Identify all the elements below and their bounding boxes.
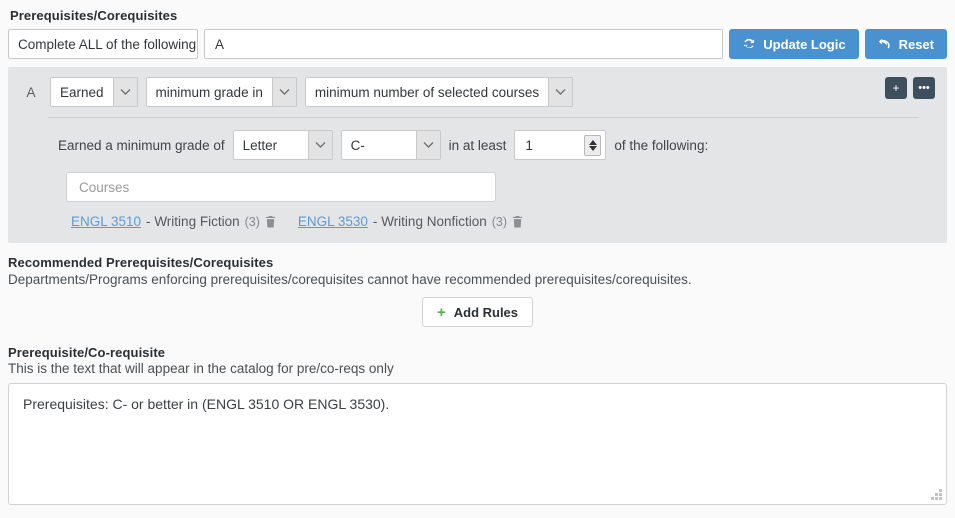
chevron-down-icon[interactable] xyxy=(271,78,296,106)
reset-label: Reset xyxy=(898,36,934,52)
ellipsis-icon: ••• xyxy=(918,81,930,94)
list-item: ENGL 3510 - Writing Fiction (3) xyxy=(71,214,276,229)
course-title: - Writing Fiction xyxy=(146,214,240,229)
undo-icon xyxy=(878,37,892,51)
course-credits: (3) xyxy=(244,215,260,229)
recommended-prerequisites-section: Recommended Prerequisites/Corequisites D… xyxy=(0,243,955,327)
course-count-stepper[interactable]: 1 xyxy=(514,130,607,160)
add-rules-label: Add Rules xyxy=(453,304,519,320)
logic-expression-input[interactable]: A xyxy=(204,29,724,59)
grade-value: C- xyxy=(341,131,416,159)
grade-scale-select[interactable]: Letter xyxy=(232,130,333,160)
grade-suffix-label: of the following: xyxy=(614,137,709,153)
grade-requirement-row: Earned a minimum grade of Letter C- in a… xyxy=(58,130,935,160)
chevron-down-icon[interactable] xyxy=(548,78,573,106)
course-count-value: 1 xyxy=(525,137,533,153)
prerequisites-section: Prerequisites/Corequisites Complete ALL … xyxy=(0,0,955,59)
grade-value-select[interactable]: C- xyxy=(340,130,441,160)
rule-criteria-value: minimum grade in xyxy=(146,78,272,106)
grade-scale-value: Letter xyxy=(233,131,308,159)
rule-condition-select[interactable]: Earned xyxy=(50,77,138,107)
catalog-text-textarea[interactable] xyxy=(8,383,947,505)
catalog-text-title: Prerequisite/Co-requisite xyxy=(8,345,166,360)
trash-icon[interactable] xyxy=(265,215,276,228)
chevron-down-icon[interactable] xyxy=(112,78,137,106)
rule-body: Earned a minimum grade of Letter C- in a… xyxy=(20,118,935,229)
add-rules-button[interactable]: + Add Rules xyxy=(421,297,534,327)
update-logic-button[interactable]: Update Logic xyxy=(729,29,859,59)
list-item: ENGL 3530 - Writing Nonfiction (3) xyxy=(298,214,523,229)
logic-type-select-value: Complete ALL of the following xyxy=(9,30,197,58)
grade-prefix-label: Earned a minimum grade of xyxy=(58,137,225,153)
course-credits: (3) xyxy=(491,215,508,229)
logic-type-select[interactable]: Complete ALL of the following xyxy=(8,29,198,59)
plus-icon: + xyxy=(892,81,900,95)
course-code-link[interactable]: ENGL 3510 xyxy=(71,214,141,229)
trash-icon[interactable] xyxy=(512,215,523,228)
recommended-description: Departments/Programs enforcing prerequis… xyxy=(8,272,692,287)
rule-card: + ••• A Earned minimum grade in minimum … xyxy=(8,67,947,243)
chevron-down-icon[interactable] xyxy=(415,131,440,159)
prerequisites-editor-page: Prerequisites/Corequisites Complete ALL … xyxy=(0,0,955,518)
course-title: - Writing Nonfiction xyxy=(372,214,487,229)
rule-scope-value: minimum number of selected courses xyxy=(305,78,549,106)
rule-criteria-select[interactable]: minimum grade in xyxy=(145,77,297,107)
courses-input[interactable]: Courses xyxy=(66,172,496,202)
grade-middle-label: in at least xyxy=(448,137,507,153)
rule-action-buttons: + ••• xyxy=(885,77,935,99)
add-rule-button[interactable]: + xyxy=(885,77,907,99)
recommended-title: Recommended Prerequisites/Corequisites xyxy=(8,255,274,270)
catalog-text-description: This is the text that will appear in the… xyxy=(8,361,394,376)
stepper-up-icon[interactable] xyxy=(588,139,597,145)
page-title: Prerequisites/Corequisites xyxy=(10,8,178,23)
rule-scope-select[interactable]: minimum number of selected courses xyxy=(304,77,574,107)
catalog-textarea-wrapper xyxy=(8,383,947,505)
add-rules-wrapper: + Add Rules xyxy=(8,297,947,327)
reset-button[interactable]: Reset xyxy=(864,29,947,59)
plus-icon: + xyxy=(436,303,446,321)
update-logic-label: Update Logic xyxy=(763,36,846,52)
rule-header: A Earned minimum grade in minimum number… xyxy=(20,77,935,107)
stepper-arrows-icon[interactable] xyxy=(584,134,602,156)
rule-condition-value: Earned xyxy=(51,78,113,106)
rule-letter-label: A xyxy=(26,84,36,100)
sync-icon xyxy=(742,37,756,51)
rule-more-options-button[interactable]: ••• xyxy=(913,77,935,99)
selected-courses-list: ENGL 3510 - Writing Fiction (3) ENGL 353… xyxy=(71,214,935,229)
course-code-link[interactable]: ENGL 3530 xyxy=(298,214,368,229)
stepper-down-icon[interactable] xyxy=(588,145,597,151)
chevron-down-icon[interactable] xyxy=(307,131,332,159)
logic-row: Complete ALL of the following A Update L… xyxy=(8,29,947,59)
catalog-text-section: Prerequisite/Co-requisite This is the te… xyxy=(0,327,955,505)
